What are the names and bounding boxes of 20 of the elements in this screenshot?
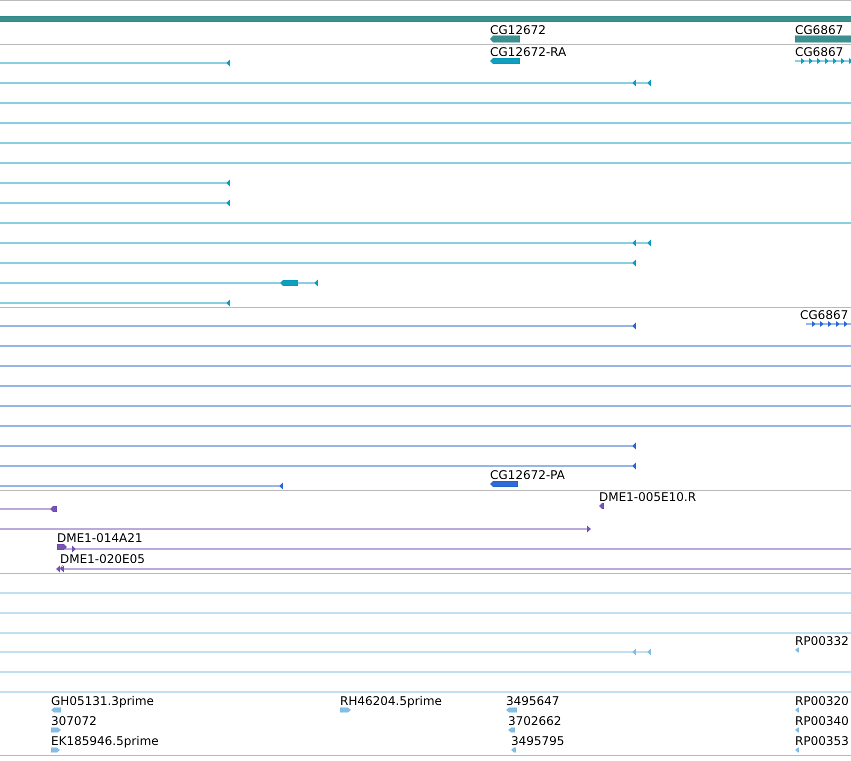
feature-label: CG6867 (795, 23, 844, 37)
feature-label: DME1-020E05 (60, 552, 145, 566)
feature-label: RP00353 (795, 734, 849, 748)
feature-label: 307072 (51, 714, 97, 728)
feature-label: 3495795 (511, 734, 564, 748)
feature-label: RP00332 (795, 634, 849, 648)
feature-label: RP00320 (795, 694, 849, 708)
feature-label: 3702662 (508, 714, 562, 728)
feature-label: EK185946.5prime (51, 734, 159, 748)
feature-label: DME1-014A21 (57, 531, 143, 545)
feature-label: CG12672 (490, 23, 546, 37)
feature-label: RH46204.5prime (340, 694, 442, 708)
feature-label: CG6867 (795, 45, 844, 59)
feature-label: 3495647 (506, 694, 560, 708)
feature-label: CG12672-RA (490, 45, 566, 59)
feature-label: CG12672-PA (490, 468, 565, 482)
feature-label: CG6867 (800, 308, 848, 322)
feature-label: GH05131.3prime (51, 694, 154, 708)
feature-label: RP00340 (795, 714, 849, 728)
feature-label: DME1-005E10.R (599, 490, 696, 504)
